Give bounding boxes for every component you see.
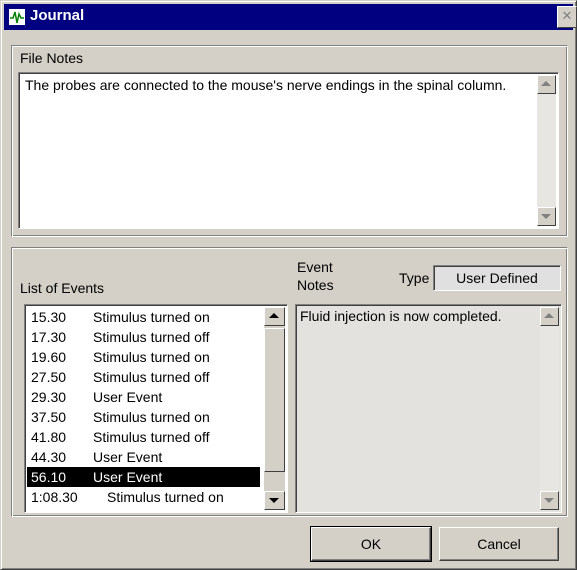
event-notes-label-line1: Event (297, 259, 333, 275)
event-time: 15.30 (31, 309, 67, 325)
journal-dialog: Journal ✕ File Notes The probes are conn… (0, 0, 577, 570)
type-value-field: User Defined (433, 265, 561, 291)
event-list-item[interactable]: 17.30 Stimulus turned off (27, 327, 260, 347)
event-description: Stimulus turned off (93, 369, 210, 385)
event-description: User Event (93, 449, 163, 465)
type-label: Type (399, 270, 430, 286)
event-list-item[interactable]: 37.50 Stimulus turned on (27, 407, 260, 427)
event-description: Stimulus turned on (93, 349, 210, 365)
waveform-icon (9, 9, 25, 25)
file-notes-scrollbar[interactable] (537, 75, 556, 226)
notes-scroll-up-button[interactable] (540, 307, 559, 326)
event-time: 56.10 (31, 469, 67, 485)
ok-button[interactable]: OK (310, 526, 432, 562)
close-button[interactable]: ✕ (557, 6, 577, 28)
event-notes-label-line2: Notes (297, 277, 334, 293)
file-notes-text: The probes are connected to the mouse's … (25, 77, 507, 93)
list-of-events-label: List of Events (20, 280, 105, 296)
events-scrollbar[interactable] (264, 307, 285, 510)
arrow-down-icon (269, 498, 279, 503)
file-notes-panel: File Notes The probes are connected to t… (11, 45, 568, 237)
events-scroll-up-button[interactable] (264, 307, 285, 326)
file-notes-textarea[interactable]: The probes are connected to the mouse's … (18, 72, 559, 229)
file-notes-label: File Notes (20, 50, 84, 66)
event-description: User Event (93, 389, 163, 405)
close-icon: ✕ (561, 9, 573, 24)
arrow-up-icon (541, 81, 551, 86)
event-time: 29.30 (31, 389, 67, 405)
cancel-button[interactable]: Cancel (439, 527, 559, 561)
scroll-up-button[interactable] (537, 75, 556, 94)
event-list-item[interactable]: 15.30 Stimulus turned on (27, 307, 260, 327)
event-description: User Event (93, 469, 163, 485)
event-list-item[interactable]: 56.10 User Event (27, 467, 260, 487)
events-list: 15.30 Stimulus turned on 17.30 Stimulus tur… (27, 307, 260, 507)
event-time: 44.30 (31, 449, 67, 465)
arrow-down-icon (544, 498, 554, 503)
events-listbox[interactable]: 15.30 Stimulus turned on 17.30 Stimulus tur… (24, 304, 288, 513)
event-list-item[interactable]: 29.30 User Event (27, 387, 260, 407)
event-notes-textarea[interactable]: Fluid injection is now completed. (295, 304, 562, 513)
scroll-down-button[interactable] (537, 207, 556, 226)
event-time: 41.80 (31, 429, 67, 445)
event-notes-scrollbar[interactable] (540, 307, 559, 510)
event-time: 27.50 (31, 369, 67, 385)
event-description: Stimulus turned off (93, 429, 210, 445)
event-description: Stimulus turned on (107, 489, 224, 505)
notes-scroll-down-button[interactable] (540, 491, 559, 510)
event-description: Stimulus turned on (93, 309, 210, 325)
events-scroll-down-button[interactable] (264, 491, 285, 510)
event-list-item[interactable]: 27.50 Stimulus turned off (27, 367, 260, 387)
event-description: Stimulus turned on (93, 409, 210, 425)
arrow-down-icon (541, 214, 551, 219)
arrow-up-icon (544, 313, 554, 318)
events-scroll-thumb[interactable] (264, 328, 285, 472)
event-time: 1:08.30 (31, 489, 78, 505)
event-time: 17.30 (31, 329, 67, 345)
arrow-up-icon (269, 313, 279, 318)
title-bar[interactable]: Journal ✕ (4, 4, 577, 30)
event-time: 37.50 (31, 409, 67, 425)
event-time: 19.60 (31, 349, 67, 365)
event-list-item[interactable]: 1:08.30 Stimulus turned on (27, 487, 260, 507)
event-list-item[interactable]: 41.80 Stimulus turned off (27, 427, 260, 447)
event-list-item[interactable]: 44.30 User Event (27, 447, 260, 467)
events-panel: List of Events Event Notes Type User Def… (11, 247, 568, 517)
event-description: Stimulus turned off (93, 329, 210, 345)
event-notes-text: Fluid injection is now completed. (300, 308, 502, 324)
window-title: Journal (30, 7, 85, 24)
event-list-item[interactable]: 19.60 Stimulus turned on (27, 347, 260, 367)
